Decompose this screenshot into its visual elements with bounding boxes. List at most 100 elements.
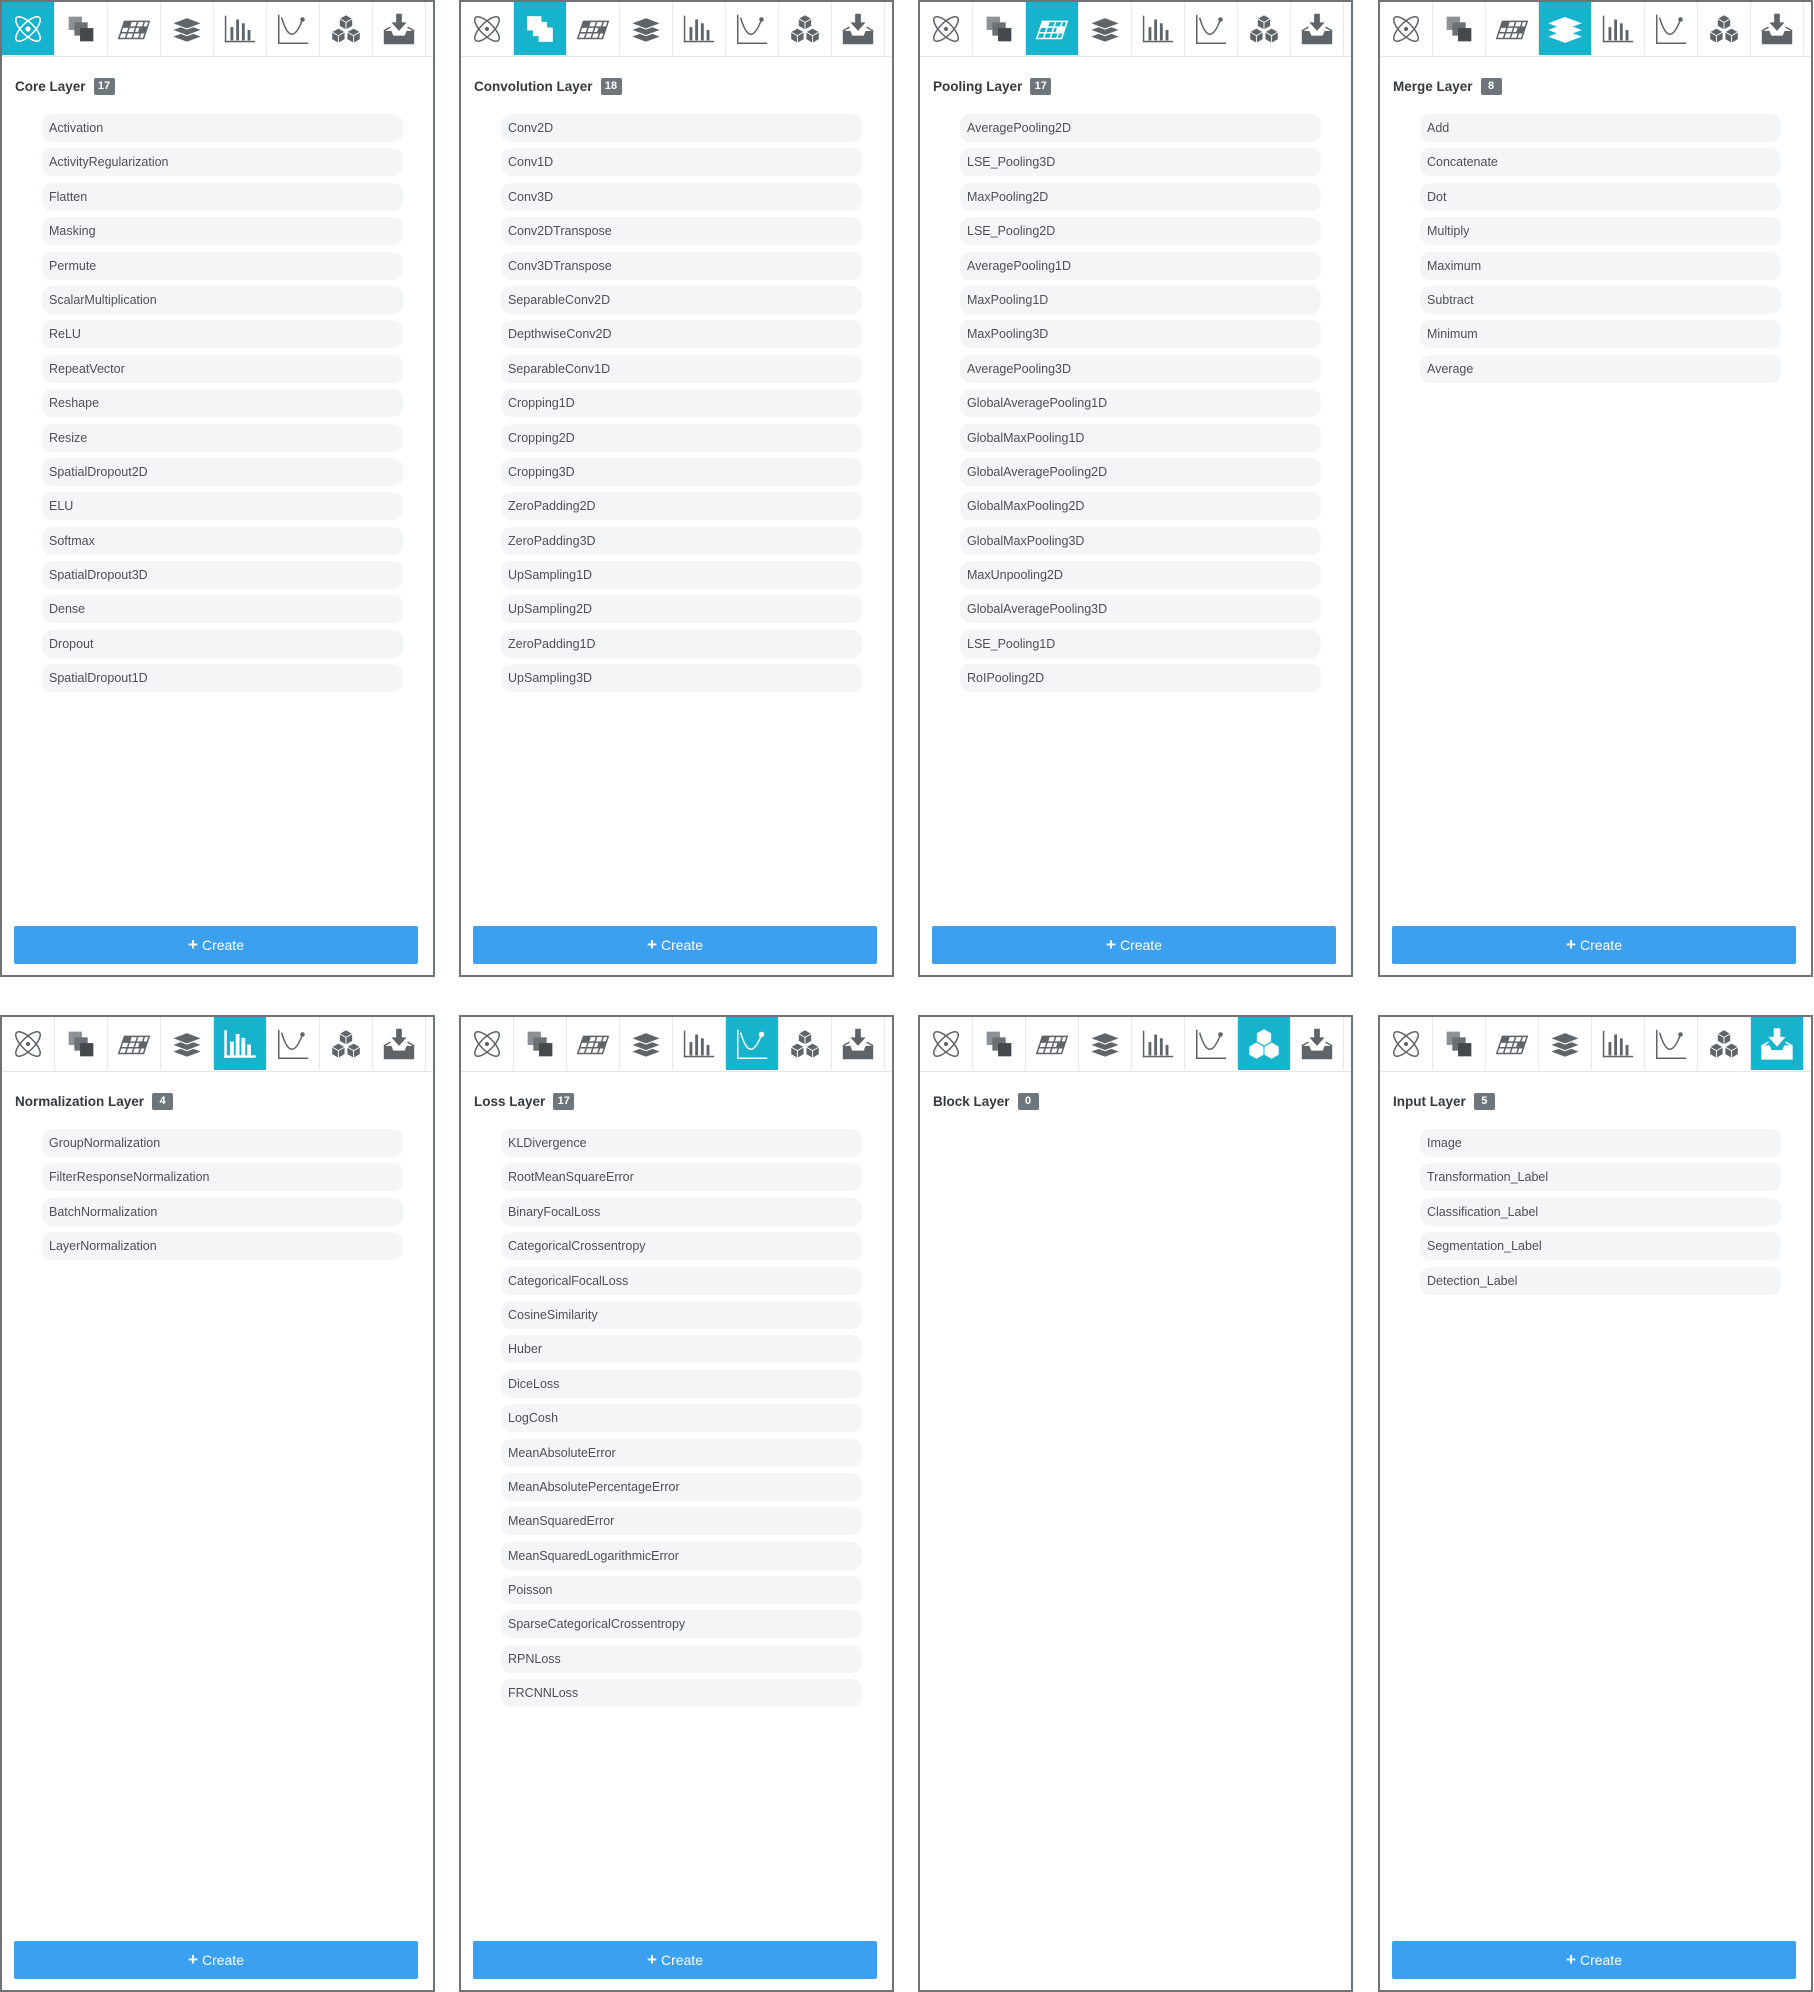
tab-layers-stack[interactable]: [1079, 1017, 1132, 1070]
layer-item[interactable]: SpatialDropout3D: [42, 561, 403, 590]
layer-item[interactable]: SpatialDropout1D: [42, 664, 403, 693]
create-button[interactable]: + Create: [473, 1941, 877, 1979]
tab-layers-stack[interactable]: [620, 2, 673, 55]
layer-item[interactable]: UpSampling3D: [501, 664, 862, 693]
tab-pooling-grid[interactable]: [108, 2, 161, 55]
tab-pooling-grid[interactable]: [567, 1017, 620, 1070]
tab-conv-squares[interactable]: [973, 1017, 1026, 1070]
tab-conv-squares[interactable]: [514, 2, 567, 55]
tab-atom[interactable]: [920, 1017, 973, 1070]
layer-item[interactable]: LayerNormalization: [42, 1232, 403, 1261]
layer-item[interactable]: Add: [1420, 114, 1781, 142]
tab-loss-curve[interactable]: [1185, 2, 1238, 55]
layer-item[interactable]: Dropout: [42, 629, 403, 658]
layer-item[interactable]: SeparableConv1D: [501, 354, 862, 383]
tab-loss-curve[interactable]: [1185, 1017, 1238, 1070]
layer-item[interactable]: MeanSquaredLogarithmicError: [501, 1541, 862, 1570]
layer-item[interactable]: LogCosh: [501, 1404, 862, 1433]
layer-item[interactable]: CosineSimilarity: [501, 1300, 862, 1329]
layer-item[interactable]: Activation: [42, 114, 403, 142]
layer-item[interactable]: GlobalMaxPooling2D: [960, 492, 1321, 521]
layer-item[interactable]: Average: [1420, 354, 1781, 383]
layer-item[interactable]: Segmentation_Label: [1420, 1232, 1781, 1261]
layer-item[interactable]: Huber: [501, 1335, 862, 1364]
layer-item[interactable]: Maximum: [1420, 251, 1781, 280]
layer-item[interactable]: CategoricalCrossentropy: [501, 1232, 862, 1261]
tab-conv-squares[interactable]: [1433, 1017, 1486, 1070]
tab-layers-stack[interactable]: [1539, 2, 1592, 55]
layer-item[interactable]: SeparableConv2D: [501, 285, 862, 314]
layer-item[interactable]: ELU: [42, 492, 403, 521]
layer-item[interactable]: UpSampling1D: [501, 561, 862, 590]
layer-item[interactable]: Detection_Label: [1420, 1266, 1781, 1295]
tab-download-tray[interactable]: [832, 2, 885, 55]
layer-item[interactable]: BinaryFocalLoss: [501, 1197, 862, 1226]
tab-atom[interactable]: [461, 2, 514, 55]
layer-item[interactable]: AveragePooling3D: [960, 354, 1321, 383]
layer-item[interactable]: AveragePooling1D: [960, 251, 1321, 280]
tab-cubes[interactable]: [1238, 1017, 1291, 1070]
tab-download-tray[interactable]: [1291, 1017, 1344, 1070]
tab-conv-squares[interactable]: [514, 1017, 567, 1070]
tab-download-tray[interactable]: [832, 1017, 885, 1070]
tab-loss-curve[interactable]: [1645, 2, 1698, 55]
layer-item[interactable]: FRCNNLoss: [501, 1679, 862, 1708]
layer-item[interactable]: LSE_Pooling1D: [960, 629, 1321, 658]
tab-atom[interactable]: [1380, 2, 1433, 55]
layer-item[interactable]: Concatenate: [1420, 148, 1781, 177]
tab-layers-stack[interactable]: [1079, 2, 1132, 55]
layer-item[interactable]: AveragePooling2D: [960, 114, 1321, 142]
layer-item[interactable]: Conv1D: [501, 148, 862, 177]
tab-atom[interactable]: [461, 1017, 514, 1070]
layer-item[interactable]: Image: [1420, 1129, 1781, 1157]
tab-pooling-grid[interactable]: [108, 1017, 161, 1070]
layer-item[interactable]: GlobalMaxPooling3D: [960, 526, 1321, 555]
layer-item[interactable]: RoIPooling2D: [960, 664, 1321, 693]
create-button[interactable]: + Create: [1392, 1941, 1796, 1979]
tab-cubes[interactable]: [779, 1017, 832, 1070]
layer-item[interactable]: Softmax: [42, 526, 403, 555]
layer-item[interactable]: MeanSquaredError: [501, 1507, 862, 1536]
create-button[interactable]: + Create: [1392, 926, 1796, 964]
layer-item[interactable]: KLDivergence: [501, 1129, 862, 1157]
tab-download-tray[interactable]: [373, 1017, 426, 1070]
tab-bar-chart[interactable]: [1592, 2, 1645, 55]
tab-layers-stack[interactable]: [161, 2, 214, 55]
tab-cubes[interactable]: [1698, 1017, 1751, 1070]
layer-item[interactable]: SpatialDropout2D: [42, 457, 403, 486]
tab-atom[interactable]: [920, 2, 973, 55]
create-button[interactable]: + Create: [932, 926, 1336, 964]
tab-pooling-grid[interactable]: [1026, 1017, 1079, 1070]
tab-pooling-grid[interactable]: [1486, 2, 1539, 55]
create-button[interactable]: + Create: [14, 1941, 418, 1979]
tab-pooling-grid[interactable]: [1026, 2, 1079, 55]
tab-atom[interactable]: [2, 1017, 55, 1070]
layer-item[interactable]: ReLU: [42, 320, 403, 349]
tab-cubes[interactable]: [1698, 2, 1751, 55]
tab-loss-curve[interactable]: [267, 1017, 320, 1070]
layer-item[interactable]: Conv2D: [501, 114, 862, 142]
layer-item[interactable]: MeanAbsoluteError: [501, 1438, 862, 1467]
layer-item[interactable]: Conv2DTranspose: [501, 217, 862, 246]
tab-layers-stack[interactable]: [161, 1017, 214, 1070]
layer-item[interactable]: MeanAbsolutePercentageError: [501, 1472, 862, 1501]
tab-bar-chart[interactable]: [1132, 1017, 1185, 1070]
tab-cubes[interactable]: [320, 1017, 373, 1070]
tab-conv-squares[interactable]: [55, 1017, 108, 1070]
layer-item[interactable]: ZeroPadding2D: [501, 492, 862, 521]
layer-item[interactable]: GlobalAveragePooling2D: [960, 457, 1321, 486]
tab-pooling-grid[interactable]: [567, 2, 620, 55]
tab-conv-squares[interactable]: [973, 2, 1026, 55]
layer-item[interactable]: Masking: [42, 217, 403, 246]
tab-bar-chart[interactable]: [673, 1017, 726, 1070]
layer-item[interactable]: SparseCategoricalCrossentropy: [501, 1610, 862, 1639]
tab-atom[interactable]: [2, 2, 55, 55]
layer-item[interactable]: Minimum: [1420, 320, 1781, 349]
layer-item[interactable]: ScalarMultiplication: [42, 285, 403, 314]
tab-conv-squares[interactable]: [1433, 2, 1486, 55]
layer-item[interactable]: Permute: [42, 251, 403, 280]
layer-item[interactable]: Conv3DTranspose: [501, 251, 862, 280]
layer-item[interactable]: CategoricalFocalLoss: [501, 1266, 862, 1295]
tab-layers-stack[interactable]: [1539, 1017, 1592, 1070]
layer-item[interactable]: Cropping3D: [501, 457, 862, 486]
